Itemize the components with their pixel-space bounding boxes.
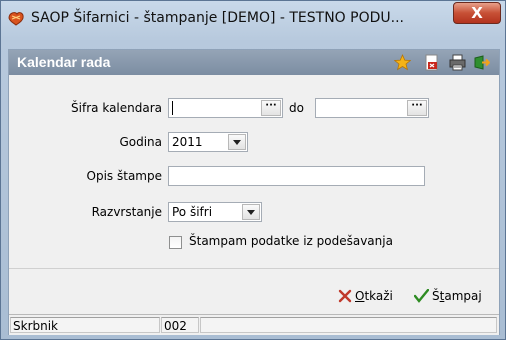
razvrstanje-select[interactable]: Po šifri	[168, 202, 262, 222]
status-empty-cell	[200, 317, 497, 333]
chevron-down-icon[interactable]	[228, 134, 246, 150]
pdf-icon[interactable]	[423, 54, 440, 71]
dialog-client: Kalendar rada Šifra kalendara ··· do ···…	[8, 49, 500, 335]
sifra-from-lookup-button[interactable]: ···	[261, 100, 281, 116]
godina-label: Godina	[119, 135, 162, 149]
opis-stampe-label: Opis štampe	[86, 169, 162, 183]
app-logo-icon	[8, 12, 24, 26]
opis-stampe-input[interactable]	[168, 166, 425, 186]
panel-title: Kalendar rada	[17, 54, 111, 70]
window-title: SAOP Šifarnici - štampanje [DEMO] - TEST…	[31, 10, 404, 26]
status-bar: Skrbnik 002	[9, 314, 499, 335]
otkazi-label: Otkaži	[355, 289, 393, 303]
status-user-label: Skrbnik	[10, 317, 160, 333]
exit-icon[interactable]	[473, 54, 490, 71]
app-window: SAOP Šifarnici - štampanje [DEMO] - TEST…	[0, 0, 506, 340]
sifra-to-input[interactable]: ···	[315, 98, 429, 118]
close-button[interactable]: X	[453, 2, 501, 24]
sifra-from-input[interactable]: ···	[168, 98, 283, 118]
stampaj-label: Štampaj	[432, 289, 482, 303]
title-bar[interactable]: SAOP Šifarnici - štampanje [DEMO] - TEST…	[1, 1, 505, 35]
printer-icon[interactable]	[449, 54, 466, 71]
do-label: do	[289, 101, 304, 115]
close-icon: X	[471, 4, 483, 22]
checkmark-icon	[414, 289, 429, 303]
razvrstanje-value: Po šifri	[172, 205, 213, 219]
text-cursor	[172, 101, 173, 115]
panel-header: Kalendar rada	[9, 50, 499, 75]
stampam-podatke-checkbox[interactable]	[169, 236, 182, 249]
status-user-code: 002	[161, 317, 199, 333]
otkazi-button[interactable]: Otkaži	[338, 286, 393, 306]
sifra-to-lookup-button[interactable]: ···	[407, 100, 427, 116]
cancel-x-icon	[338, 289, 352, 303]
stampam-podatke-label: Štampam podatke iz podešavanja	[189, 234, 393, 248]
star-icon[interactable]	[394, 54, 411, 71]
divider	[9, 268, 499, 269]
godina-value: 2011	[172, 135, 203, 149]
razvrstanje-label: Razvrstanje	[91, 205, 162, 219]
stampaj-button[interactable]: Štampaj	[414, 286, 482, 306]
chevron-down-icon[interactable]	[242, 204, 260, 220]
godina-select[interactable]: 2011	[168, 132, 248, 152]
sifra-kalendara-label: Šifra kalendara	[71, 101, 162, 115]
